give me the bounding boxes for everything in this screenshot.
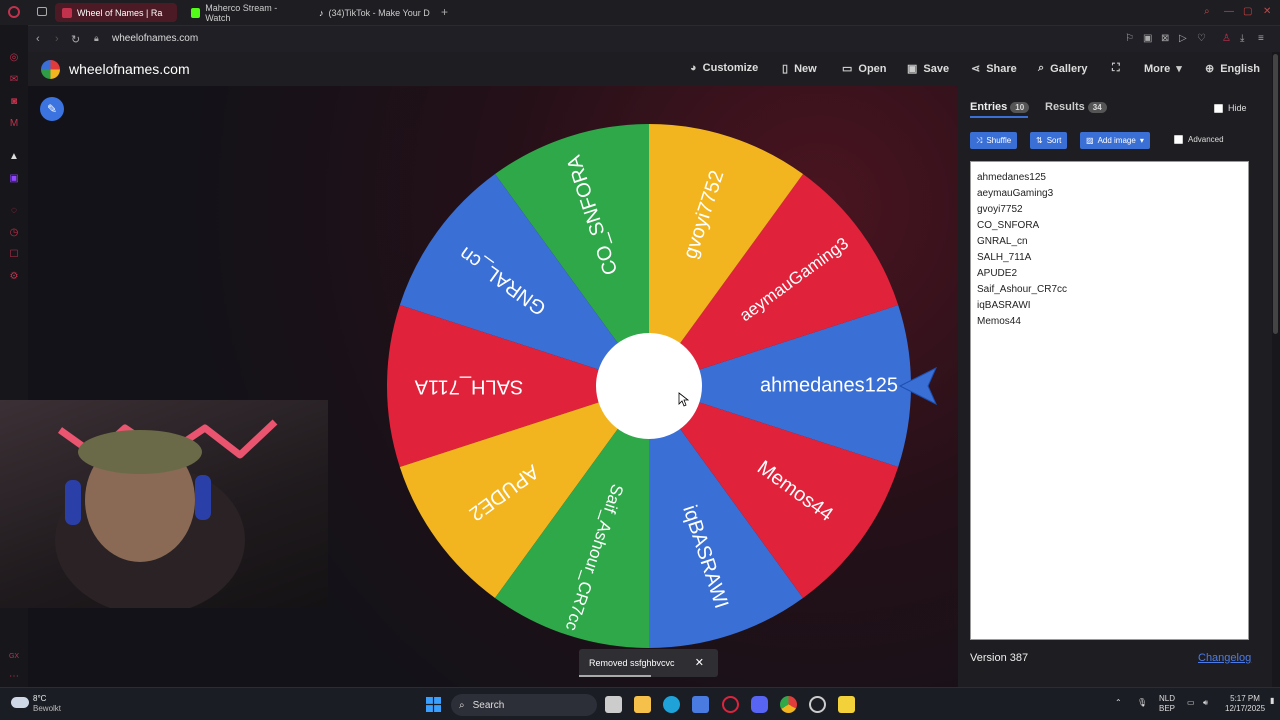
neon-light-decoration bbox=[55, 419, 278, 608]
toast-notification: Removed ssfghbvcvc ✕ bbox=[579, 649, 718, 677]
weather-desc[interactable]: Bewolkt bbox=[33, 704, 61, 713]
obs-icon[interactable] bbox=[809, 696, 826, 713]
network-icon[interactable]: ▭ bbox=[1187, 698, 1195, 708]
volume-icon[interactable]: 🔊︎ bbox=[1203, 698, 1208, 708]
entry-line: GNRAL_cn bbox=[977, 236, 1028, 247]
hide-checkbox[interactable] bbox=[1214, 103, 1223, 113]
results-count-badge: 34 bbox=[1087, 102, 1107, 113]
weather-cloud-icon[interactable] bbox=[11, 697, 29, 708]
clock-date: 12/17/2025 bbox=[1225, 704, 1266, 713]
advanced-checkbox[interactable] bbox=[1174, 135, 1183, 144]
clock[interactable]: 5:17 PM 12/17/2025 bbox=[1225, 694, 1265, 714]
entry-line: iqBASRAWI bbox=[977, 300, 1031, 311]
search-label: Search bbox=[472, 699, 505, 711]
entry-line: Memos44 bbox=[977, 316, 1021, 327]
sort-icon: ⇅ bbox=[1036, 136, 1043, 145]
image-icon: ▨ bbox=[1086, 136, 1094, 145]
taskbar-search[interactable]: ⌕ Search bbox=[451, 694, 597, 716]
close-icon[interactable]: ✕ bbox=[695, 656, 704, 669]
active-tab-indicator bbox=[970, 116, 1028, 118]
chrome-icon[interactable] bbox=[780, 696, 797, 713]
entries-textarea[interactable]: ahmedanes125 aeymauGaming3 gvoyi7752 CO_… bbox=[970, 161, 1249, 640]
entry-line: aeymauGaming3 bbox=[977, 188, 1054, 199]
webcam-overlay bbox=[0, 400, 328, 608]
hide-toggle[interactable]: Hide bbox=[1214, 103, 1247, 113]
discord-icon[interactable] bbox=[751, 696, 768, 713]
task-view-icon[interactable] bbox=[605, 696, 622, 713]
sort-button[interactable]: ⇅ Sort bbox=[1030, 132, 1068, 149]
wheel-slice-label: SALH_711A bbox=[414, 376, 523, 398]
sort-label: Sort bbox=[1046, 136, 1062, 145]
notes-app-icon[interactable] bbox=[838, 696, 855, 713]
tray-chevron-icon[interactable]: ⌃ bbox=[1115, 698, 1122, 708]
windows-start-icon[interactable] bbox=[426, 697, 441, 712]
entry-line: CO_SNFORA bbox=[977, 220, 1040, 231]
advanced-toggle[interactable]: Advanced bbox=[1174, 135, 1224, 144]
weather-temp[interactable]: 8°C bbox=[33, 694, 46, 703]
entry-line: gvoyi7752 bbox=[977, 204, 1023, 215]
entry-line: SALH_711A bbox=[977, 252, 1032, 263]
wheel-center-button[interactable] bbox=[596, 333, 702, 439]
store-icon[interactable] bbox=[692, 696, 709, 713]
entry-line: Saif_Ashour_CR7cc bbox=[977, 284, 1068, 295]
lang-line2: BEP bbox=[1159, 704, 1176, 713]
scrollbar-thumb[interactable] bbox=[1273, 54, 1278, 334]
version-text: Version 387 bbox=[970, 652, 1029, 664]
entry-line: ahmedanes125 bbox=[977, 172, 1046, 183]
search-icon: ⌕ bbox=[459, 699, 465, 711]
tab-results[interactable]: Results 34 bbox=[1045, 101, 1107, 113]
entry-line: APUDE2 bbox=[977, 268, 1018, 279]
entries-panel: Entries 10 Results 34 Hide ⤨ Shuffle ⇅ Sort … bbox=[958, 86, 1272, 687]
toast-message: Removed ssfghbvcvc bbox=[589, 658, 675, 668]
add-image-label: Add image bbox=[1097, 136, 1136, 145]
results-tab-label: Results bbox=[1045, 101, 1085, 113]
entries-tab-label: Entries bbox=[970, 101, 1008, 113]
chevron-down-icon: ▾ bbox=[1139, 136, 1144, 145]
tab-entries[interactable]: Entries 10 bbox=[970, 101, 1030, 113]
wheel-slice-label: ahmedanes125 bbox=[760, 374, 898, 396]
microphone-icon[interactable]: 🎙︎ bbox=[1137, 698, 1147, 708]
shuffle-label: Shuffle bbox=[986, 136, 1012, 145]
advanced-label: Advanced bbox=[1188, 135, 1224, 144]
file-explorer-icon[interactable] bbox=[634, 696, 651, 713]
shuffle-icon: ⤨ bbox=[976, 135, 983, 145]
opera-gx-taskbar-icon[interactable] bbox=[722, 696, 739, 713]
shuffle-button[interactable]: ⤨ Shuffle bbox=[970, 132, 1018, 149]
entries-count-badge: 10 bbox=[1010, 102, 1030, 113]
clock-time: 5:17 PM bbox=[1230, 694, 1260, 703]
notifications-icon[interactable]: ▮ bbox=[1270, 696, 1274, 706]
windows-taskbar: 8°C Bewolkt ⌕ Search ⌃ 🎙︎ NLD BEP ▭ 🔊︎ 5:1… bbox=[0, 687, 1280, 720]
edge-icon[interactable] bbox=[663, 696, 680, 713]
lang-line1: NLD bbox=[1159, 694, 1176, 703]
keyboard-language[interactable]: NLD BEP bbox=[1159, 694, 1175, 714]
changelog-link[interactable]: Changelog bbox=[1198, 652, 1251, 664]
hide-label: Hide bbox=[1228, 103, 1247, 113]
add-image-button[interactable]: ▨ Add image ▾ bbox=[1080, 132, 1150, 149]
toast-progress-bar bbox=[579, 675, 651, 677]
